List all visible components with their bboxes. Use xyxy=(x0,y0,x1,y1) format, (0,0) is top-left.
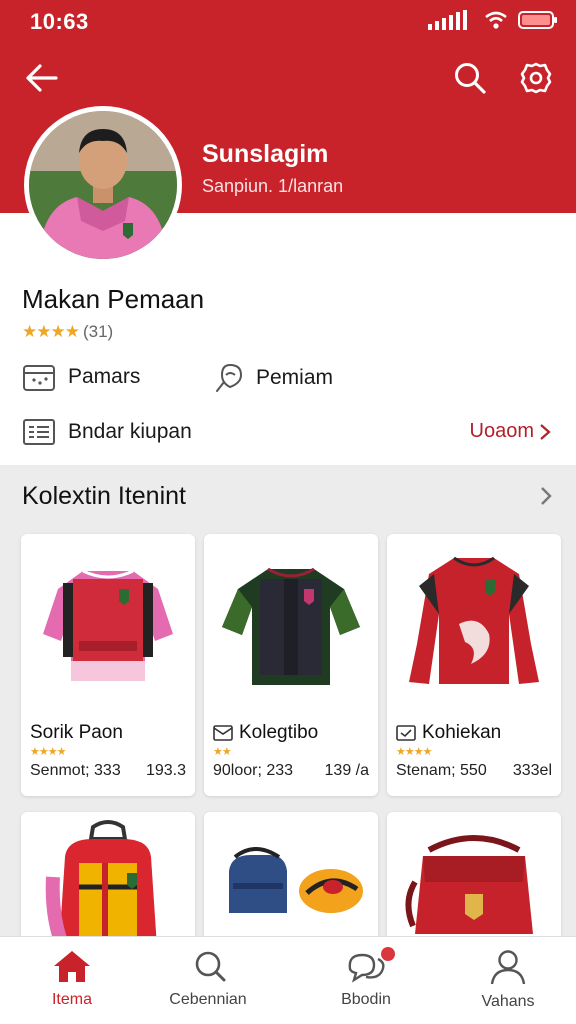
wifi-icon xyxy=(485,11,507,29)
status-icons xyxy=(428,10,558,30)
product-title-row: Kohiekan xyxy=(396,722,501,744)
product-card[interactable]: Kolegtibo ★★ 90loor; 233 139 /a xyxy=(204,534,378,796)
battery-icon xyxy=(518,11,557,29)
nav-item-board[interactable]: Bbodin xyxy=(296,937,436,1024)
nav-label: Cebennian xyxy=(169,991,247,1008)
list-icon xyxy=(23,419,55,445)
nav-item-profile[interactable]: Vahans xyxy=(438,937,576,1024)
search-button[interactable] xyxy=(450,58,490,98)
product-price: 333el xyxy=(512,762,552,779)
product-title-row: Kolegtibo xyxy=(213,722,318,744)
rating-count: (31) xyxy=(82,322,114,341)
bottom-nav: Itema Cebennian Bbodin Vahans xyxy=(0,936,576,1024)
product-stars: ★★ xyxy=(213,746,232,758)
product-image xyxy=(387,812,561,952)
dark-vest-jersey-image xyxy=(222,567,360,685)
person-icon xyxy=(490,950,526,985)
info-item-label: Pamars xyxy=(68,365,141,388)
nav-item-search[interactable]: Cebennian xyxy=(138,937,278,1024)
nav-label: Vahans xyxy=(481,993,535,1010)
backpack-jersey-image xyxy=(45,820,157,947)
red-longsleeve-jersey-image xyxy=(409,556,539,684)
see-all-link[interactable]: Uoaom xyxy=(470,420,552,443)
product-price: 139 /a xyxy=(324,762,369,779)
product-title: Kohiekan xyxy=(422,722,502,743)
product-meta: 90loor; 233 xyxy=(213,762,294,779)
product-meta: Stenam; 550 xyxy=(396,762,487,779)
product-image xyxy=(204,812,378,952)
product-price: 193.3 xyxy=(145,762,186,779)
product-title: Kolegtibo xyxy=(239,722,319,743)
info-item-pemiam[interactable]: Pemiam xyxy=(214,362,333,394)
product-image xyxy=(21,812,195,952)
search-icon xyxy=(195,951,226,982)
check-icon xyxy=(396,725,416,741)
bag-and-ball-image xyxy=(229,847,363,913)
product-card[interactable]: Sorik Paon ★★★★ Senmot; 333 193.3 xyxy=(21,534,195,796)
vest-jersey-image xyxy=(43,569,173,681)
nav-label: Itema xyxy=(51,991,92,1008)
profile-subtitle: Sanpiun. 1/lanran xyxy=(202,176,344,196)
signal-icon xyxy=(428,10,467,30)
location-icon xyxy=(216,363,243,392)
product-stars: ★★★★ xyxy=(30,746,66,758)
product-card[interactable] xyxy=(204,812,378,952)
product-title: Sorik Paon xyxy=(30,722,123,743)
info-item-label: Bndar kiupan xyxy=(68,420,192,443)
product-image xyxy=(204,534,378,704)
mail-icon xyxy=(213,725,233,741)
search-icon xyxy=(455,63,486,94)
gear-icon xyxy=(520,62,552,94)
product-image xyxy=(387,534,561,704)
home-icon xyxy=(54,951,90,982)
nav-item-home[interactable]: Itema xyxy=(2,937,142,1024)
back-button[interactable] xyxy=(22,58,62,98)
product-stars: ★★★★ xyxy=(396,746,432,758)
settings-button[interactable] xyxy=(516,58,556,98)
info-item-pamars[interactable]: Pamars xyxy=(22,362,140,392)
product-image xyxy=(21,534,195,704)
product-card[interactable] xyxy=(387,812,561,952)
calendar-icon xyxy=(23,365,55,391)
product-card[interactable] xyxy=(21,812,195,952)
info-item-label: Pemiam xyxy=(256,366,334,389)
rating-stars: ★★★★ xyxy=(22,322,80,341)
collection-title: Kolextin Itenint xyxy=(22,482,186,510)
player-photo xyxy=(29,111,177,259)
rating: ★★★★ (31) xyxy=(22,322,113,342)
chevron-right-icon xyxy=(540,423,551,440)
chevron-right-icon xyxy=(541,487,552,505)
product-meta: Senmot; 333 xyxy=(30,762,121,779)
notification-badge xyxy=(381,947,395,961)
status-bar: 10:63 xyxy=(0,0,576,44)
profile-name: Sunslagim xyxy=(202,140,329,168)
collection-more-button[interactable] xyxy=(538,484,554,513)
info-item-bndar-kiupan[interactable]: Bndar kiupan xyxy=(22,418,192,446)
see-all-label: Uoaom xyxy=(469,420,534,442)
avatar[interactable] xyxy=(24,106,182,264)
red-shoulder-bag-image xyxy=(405,835,533,934)
back-arrow-icon xyxy=(26,64,58,92)
info-title: Makan Pemaan xyxy=(22,284,205,314)
product-card[interactable]: Kohiekan ★★★★ Stenam; 550 333el xyxy=(387,534,561,796)
nav-label: Bbodin xyxy=(341,991,391,1008)
status-time: 10:63 xyxy=(30,9,89,34)
